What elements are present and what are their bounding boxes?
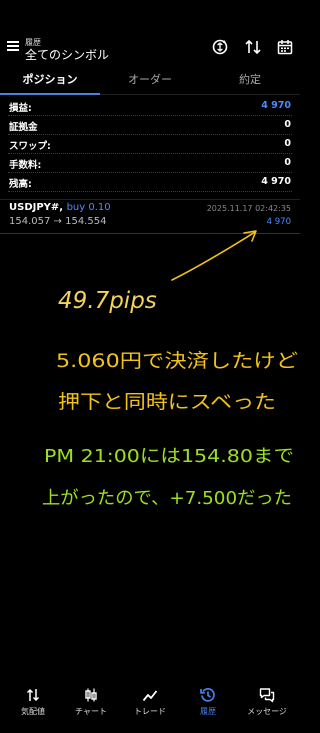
annotation-arrow — [171, 231, 256, 281]
summary-row-profit: 損益: 4 970 — [8, 97, 292, 116]
nav-label: 気配値 — [21, 707, 45, 716]
tab-orders[interactable]: オーダー — [100, 66, 200, 94]
trade-icon — [142, 690, 158, 702]
summary-row-balance: 残高: 4 970 — [8, 173, 292, 192]
nav-label: メッセージ — [247, 707, 287, 716]
annotation-pips: 49.7pips — [58, 288, 157, 314]
summary-label: スワップ: — [9, 141, 51, 152]
summary-value: 0 — [284, 119, 291, 130]
menu-icon[interactable] — [7, 41, 19, 51]
nav-label: トレード — [134, 707, 166, 716]
position-symbol-name: USDJPY#, — [9, 202, 64, 213]
annotation-line4: 上がったので、+7.500だった — [42, 488, 292, 509]
nav-label: チャート — [75, 707, 107, 716]
annotation-line3: PM 21:00には154.80まで — [44, 446, 294, 467]
annotation-line1: 5.060円で決済したけど — [56, 350, 298, 372]
nav-quotes[interactable]: 気配値 — [3, 687, 63, 727]
tab-positions[interactable]: ポジション — [0, 66, 100, 95]
tab-deals[interactable]: 約定 — [200, 66, 300, 94]
nav-chart[interactable]: チャート — [61, 687, 121, 727]
summary-row-commission: 手数料: 0 — [8, 154, 292, 173]
summary-value: 4 970 — [261, 100, 291, 111]
nav-messages[interactable]: メッセージ — [237, 687, 297, 727]
calendar-icon[interactable] — [276, 38, 294, 56]
chart-icon — [85, 688, 97, 702]
top-bar: 履歴 全てのシンボル — [0, 0, 300, 66]
summary-row-swap: スワップ: 0 — [8, 135, 292, 154]
messages-icon — [259, 688, 275, 703]
position-profit: 4 970 — [266, 217, 291, 227]
summary-label: 残高: — [9, 179, 32, 190]
position-symbol: USDJPY#, buy 0.10 — [9, 202, 111, 213]
summary-label: 証拠金 — [9, 122, 38, 133]
summary-value: 0 — [284, 157, 291, 168]
summary-value: 4 970 — [261, 176, 291, 187]
summary-row-deposit: 証拠金 0 — [8, 116, 292, 135]
history-icon — [200, 688, 215, 702]
symbol-filter-title[interactable]: 全てのシンボル — [25, 46, 109, 63]
quotes-icon — [26, 688, 40, 702]
annotation-line2: 押下と同時にスベった — [58, 391, 276, 413]
nav-history[interactable]: 履歴 — [178, 687, 238, 727]
tabs: ポジション オーダー 約定 — [0, 66, 300, 95]
summary-label: 損益: — [9, 103, 32, 114]
nav-trade[interactable]: トレード — [120, 687, 180, 727]
nav-label: 履歴 — [200, 707, 216, 716]
sort-icon[interactable] — [244, 38, 262, 56]
summary-value: 0 — [284, 138, 291, 149]
position-prices: 154.057 → 154.554 — [9, 216, 107, 227]
position-row[interactable]: USDJPY#, buy 0.10 154.057 → 154.554 2025… — [0, 199, 300, 234]
account-summary: 損益: 4 970 証拠金 0 スワップ: 0 手数料: 0 残高: 4 970 — [0, 97, 300, 192]
summary-label: 手数料: — [9, 160, 42, 171]
position-time: 2025.11.17 02:42:35 — [206, 204, 291, 213]
sync-currency-icon[interactable] — [211, 38, 229, 56]
position-side: buy 0.10 — [66, 202, 111, 213]
bottom-navigation: 気配値 チャート トレード 履歴 メッセージ — [0, 681, 300, 733]
